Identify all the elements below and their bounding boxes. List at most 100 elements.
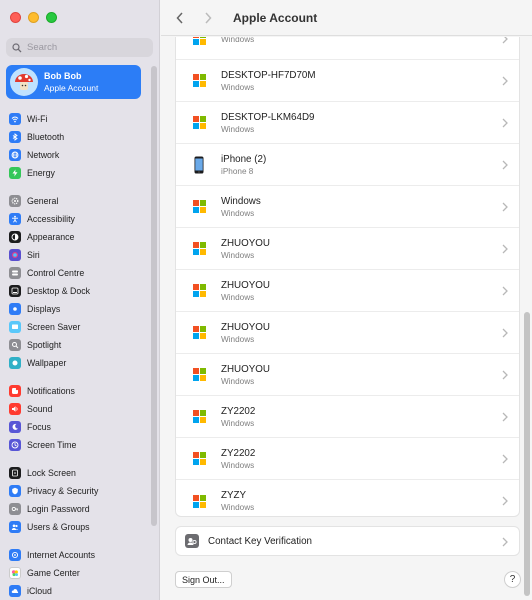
sidebar-item-label: Focus: [27, 422, 51, 432]
close-window-button[interactable]: [10, 12, 21, 23]
sidebar-item-general[interactable]: General: [9, 192, 149, 210]
windows-icon: [191, 73, 207, 89]
device-row[interactable]: ZHUOYOU Windows: [176, 228, 519, 270]
device-name: iPhone (2): [221, 153, 267, 165]
notifications-icon: [9, 385, 21, 397]
device-row[interactable]: ZY2202 Windows: [176, 438, 519, 480]
device-name: ZY2202: [221, 447, 256, 459]
sidebar-item-appearance[interactable]: Appearance: [9, 228, 149, 246]
sidebar-scrollbar[interactable]: [151, 66, 157, 526]
wallpaper-icon: [9, 357, 21, 369]
device-type: Windows: [221, 418, 255, 428]
contact-key-verification-row[interactable]: Contact Key Verification: [175, 526, 520, 556]
device-type: Windows: [221, 503, 255, 512]
windows-icon: [191, 493, 207, 509]
sidebar-item-spotlight[interactable]: Spotlight: [9, 336, 149, 354]
sidebar-item-label: Sound: [27, 404, 53, 414]
search-input[interactable]: [27, 42, 147, 53]
gear-icon: [9, 195, 21, 207]
zoom-window-button[interactable]: [46, 12, 57, 23]
sidebar-item-label: Energy: [27, 168, 55, 178]
chevron-right-icon: [502, 412, 508, 422]
wifi-icon: [9, 113, 21, 125]
energy-icon: [9, 167, 21, 179]
sidebar-item-wallpaper[interactable]: Wallpaper: [9, 354, 149, 372]
sidebar-item-game-center[interactable]: Game Center: [9, 564, 149, 582]
sidebar-item-screen-time[interactable]: Screen Time: [9, 436, 149, 454]
chevron-right-icon: [502, 160, 508, 170]
sign-out-button[interactable]: Sign Out...: [175, 571, 232, 588]
account-name: Bob Bob: [44, 71, 82, 81]
sidebar-item-wi-fi[interactable]: Wi-Fi: [9, 110, 149, 128]
device-row[interactable]: iPhone (2) iPhone 8: [176, 144, 519, 186]
sidebar-item-label: Wallpaper: [27, 358, 67, 368]
sidebar-item-apple-account[interactable]: Bob Bob Apple Account: [6, 65, 141, 99]
device-row[interactable]: DESKTOP-HF7D70M Windows: [176, 60, 519, 102]
sidebar-item-energy[interactable]: Energy: [9, 164, 149, 182]
privacy-icon: [9, 485, 21, 497]
sidebar-list: Wi-Fi Bluetooth Network Energy General Access…: [9, 110, 149, 600]
windows-icon: [191, 325, 207, 341]
search-field[interactable]: [6, 38, 153, 57]
sidebar-item-icloud[interactable]: iCloud: [9, 582, 149, 600]
sidebar-item-label: Control Centre: [27, 268, 85, 278]
main-scrollbar[interactable]: [524, 312, 530, 596]
control-centre-icon: [9, 267, 21, 279]
sidebar-item-label: Bluetooth: [27, 132, 65, 142]
device-type: iPhone 8: [221, 166, 254, 176]
windows-icon: [191, 451, 207, 467]
device-row[interactable]: Windows: [176, 37, 519, 60]
devices-list: Windows DESKTOP-HF7D70M Windows DESKTOP-LKM…: [175, 37, 520, 517]
sidebar-item-screen-saver[interactable]: Screen Saver: [9, 318, 149, 336]
minimize-window-button[interactable]: [28, 12, 39, 23]
sidebar-item-siri[interactable]: Siri: [9, 246, 149, 264]
sidebar-item-label: Privacy & Security: [27, 486, 99, 496]
device-row[interactable]: ZHUOYOU Windows: [176, 354, 519, 396]
sidebar-item-privacy-security[interactable]: Privacy & Security: [9, 482, 149, 500]
device-row[interactable]: Windows Windows: [176, 186, 519, 228]
device-type: Windows: [221, 208, 255, 218]
sidebar-item-internet-accounts[interactable]: Internet Accounts: [9, 546, 149, 564]
sidebar-item-bluetooth[interactable]: Bluetooth: [9, 128, 149, 146]
chevron-right-icon: [502, 328, 508, 338]
internet-accounts-icon: [9, 549, 21, 561]
sidebar-item-notifications[interactable]: Notifications: [9, 382, 149, 400]
device-row[interactable]: DESKTOP-LKM64D9 Windows: [176, 102, 519, 144]
account-subtitle: Apple Account: [44, 83, 99, 93]
chevron-right-icon: [502, 118, 508, 128]
device-row[interactable]: ZHUOYOU Windows: [176, 312, 519, 354]
forward-button[interactable]: [197, 7, 219, 29]
device-name: Windows: [221, 195, 261, 207]
device-type: Windows: [221, 334, 255, 344]
sidebar-item-label: Siri: [27, 250, 40, 260]
device-row[interactable]: ZYZY Windows: [176, 480, 519, 522]
screen-saver-icon: [9, 321, 21, 333]
sidebar-item-control-centre[interactable]: Control Centre: [9, 264, 149, 282]
chevron-right-icon: [502, 496, 508, 506]
focus-icon: [9, 421, 21, 433]
sidebar-item-desktop-dock[interactable]: Desktop & Dock: [9, 282, 149, 300]
sidebar-item-sound[interactable]: Sound: [9, 400, 149, 418]
contact-key-label: Contact Key Verification: [208, 535, 313, 547]
device-row[interactable]: ZHUOYOU Windows: [176, 270, 519, 312]
sidebar-item-accessibility[interactable]: Accessibility: [9, 210, 149, 228]
sidebar-item-focus[interactable]: Focus: [9, 418, 149, 436]
help-button[interactable]: ?: [504, 571, 521, 588]
device-type: Windows: [221, 124, 255, 134]
sidebar-item-lock-screen[interactable]: Lock Screen: [9, 464, 149, 482]
chevron-right-icon: [502, 37, 508, 44]
back-button[interactable]: [169, 7, 191, 29]
sidebar-item-users-groups[interactable]: Users & Groups: [9, 518, 149, 536]
device-type: Windows: [221, 376, 255, 386]
sidebar-item-label: Appearance: [27, 232, 75, 242]
sidebar-item-label: Lock Screen: [27, 468, 76, 478]
chevron-left-icon: [176, 11, 183, 24]
network-icon: [9, 149, 21, 161]
appearance-icon: [9, 231, 21, 243]
sidebar-item-login-password[interactable]: Login Password: [9, 500, 149, 518]
sidebar-item-label: General: [27, 196, 59, 206]
device-name: ZY2202: [221, 405, 256, 417]
sidebar-item-displays[interactable]: Displays: [9, 300, 149, 318]
sidebar-item-network[interactable]: Network: [9, 146, 149, 164]
device-row[interactable]: ZY2202 Windows: [176, 396, 519, 438]
